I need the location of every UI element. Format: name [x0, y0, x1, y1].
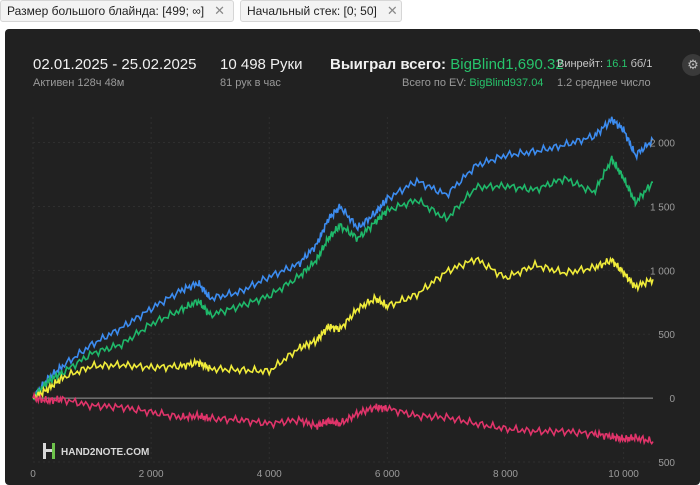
x-tick-label: 0 — [30, 469, 36, 480]
x-tick-label: 4 000 — [257, 469, 282, 480]
filter-chip-start-stack[interactable]: Начальный стек: [0; 50] ✕ — [240, 0, 402, 22]
filter-chip-big-blind[interactable]: Размер большого блайнда: [499; ∞] ✕ — [0, 0, 234, 22]
watermark: HAND2NOTE.COM — [43, 443, 149, 459]
series-line-yellow — [32, 256, 654, 401]
y-axis-ticks: 2 000 1 500 1 000 500 0 500 — [650, 139, 675, 469]
chart-series — [32, 116, 654, 446]
series-line-pink — [32, 391, 654, 446]
x-tick-label: 8 000 — [493, 469, 518, 480]
x-axis-ticks: 0 2 000 4 000 6 000 8 000 10 000 — [30, 469, 639, 480]
series-line-blue — [32, 116, 654, 400]
y-tick-label: 1 000 — [650, 266, 675, 277]
winnings-chart: 0 2 000 4 000 6 000 8 000 10 000 2 000 1 500 1 … — [30, 116, 675, 480]
x-tick-label: 6 000 — [375, 469, 400, 480]
close-icon[interactable]: ✕ — [214, 3, 225, 18]
filter-chip-label: Начальный стек: [0; 50] — [247, 4, 377, 18]
y-tick-label: 1 500 — [650, 202, 675, 213]
graph-panel: 02.01.2025 - 25.02.2025 Активен 128ч 48м… — [5, 29, 700, 485]
y-tick-label: 2 000 — [650, 139, 675, 150]
x-tick-label: 2 000 — [139, 469, 164, 480]
watermark-text: HAND2NOTE.COM — [61, 447, 149, 458]
y-tick-label: 500 — [658, 458, 675, 469]
x-tick-label: 10 000 — [608, 469, 639, 480]
y-tick-label: 0 — [669, 394, 675, 405]
filter-chip-label: Размер большого блайнда: [499; ∞] — [7, 4, 205, 18]
close-icon[interactable]: ✕ — [387, 3, 398, 18]
series-line-green — [32, 155, 653, 401]
filter-bar: Размер большого блайнда: [499; ∞] ✕ Начал… — [0, 0, 700, 26]
chart-grid — [32, 117, 653, 463]
y-tick-label: 500 — [658, 330, 675, 341]
